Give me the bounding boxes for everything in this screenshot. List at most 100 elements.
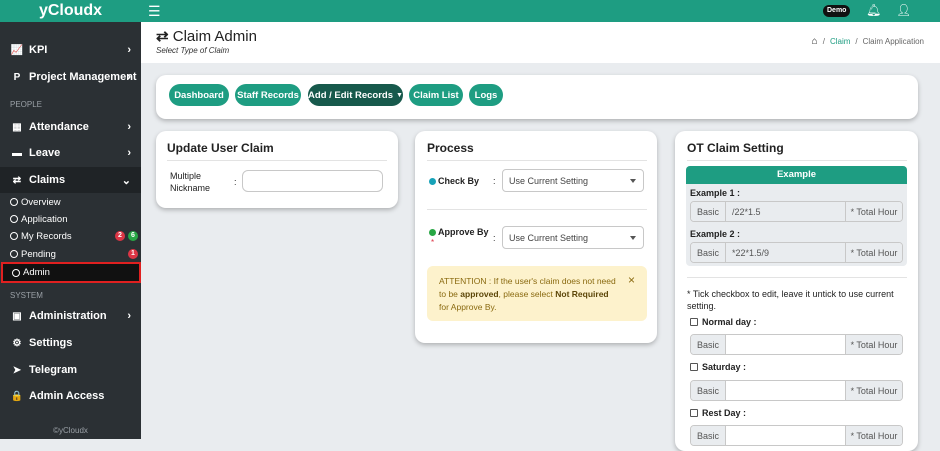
- example1-value: /22*1.5: [726, 202, 845, 221]
- sidebar-item-label: KPI: [29, 44, 48, 56]
- gear-icon: ⚙: [12, 337, 22, 349]
- total-hour-addon: * Total Hour: [845, 202, 902, 221]
- staff-records-button[interactable]: Staff Records: [235, 84, 301, 106]
- alert-bold: Not Required: [555, 289, 609, 299]
- sidebar-sub-application[interactable]: Application: [10, 211, 141, 227]
- breadcrumb-separator: /: [822, 37, 825, 46]
- circle-icon: [10, 198, 18, 206]
- status-dot-icon: [429, 228, 436, 236]
- circle-icon: [12, 268, 20, 277]
- top-navbar: ☰ Demo 🔔︎ 👤︎: [141, 0, 940, 22]
- brand-logo[interactable]: yCloudx: [0, 0, 141, 22]
- multiple-nickname-label: Multiple Nickname: [170, 171, 211, 193]
- alert-bold: approved: [460, 289, 499, 299]
- home-icon[interactable]: ⌂: [812, 36, 818, 47]
- example2-label: Example 2 :: [690, 229, 741, 239]
- total-hour-addon: * Total Hour: [845, 426, 902, 445]
- sidebar-item-telegram[interactable]: ➤ Telegram: [0, 357, 141, 383]
- rest-day-input[interactable]: [726, 426, 845, 445]
- sidebar-sub-overview[interactable]: Overview: [10, 194, 141, 210]
- page-subtitle: Select Type of Claim: [156, 46, 230, 55]
- add-edit-records-dropdown[interactable]: Add / Edit Records ▼: [308, 84, 403, 106]
- breadcrumb-claim-link[interactable]: Claim: [830, 37, 850, 46]
- alert-text: , please select: [498, 289, 556, 299]
- bell-icon[interactable]: 🔔︎: [866, 3, 881, 17]
- sidebar-item-label: Claims: [29, 174, 66, 186]
- basic-addon: Basic: [691, 335, 726, 354]
- sidebar-footer: ©yCloudx: [53, 426, 88, 435]
- approve-by-select-value: Use Current Setting: [509, 232, 589, 243]
- status-dot-icon: [429, 177, 436, 185]
- sidebar-sub-my-records[interactable]: My Records 2 6: [10, 228, 141, 244]
- saturday-input[interactable]: [726, 381, 845, 400]
- example2-group: Basic *22*1.5/9 * Total Hour: [690, 242, 903, 263]
- add-edit-records-label: Add / Edit Records: [308, 89, 394, 101]
- user-icon[interactable]: 👤︎: [896, 3, 911, 17]
- logs-button[interactable]: Logs: [469, 84, 503, 106]
- caret-down-icon: [630, 178, 636, 183]
- lock-icon: 🔒: [10, 390, 24, 402]
- sidebar-item-label: Admin Access: [29, 390, 105, 402]
- sidebar-item-kpi[interactable]: 📈 KPI ›: [0, 37, 141, 63]
- attention-alert: ATTENTION : If the user's claim does not…: [427, 266, 647, 321]
- check-by-select[interactable]: Use Current Setting: [502, 169, 644, 192]
- caret-down-icon: [630, 235, 636, 240]
- basic-addon: Basic: [691, 202, 726, 221]
- saturday-checkbox-row[interactable]: Saturday :: [690, 362, 746, 372]
- basic-addon: Basic: [691, 426, 726, 445]
- normal-day-checkbox-row[interactable]: Normal day :: [690, 317, 757, 327]
- sidebar-item-leave[interactable]: ▬ Leave ›: [0, 140, 141, 166]
- page-title-text: Claim Admin: [172, 28, 257, 45]
- breadcrumb-current: Claim Application: [862, 37, 924, 46]
- rest-day-checkbox-row[interactable]: Rest Day :: [690, 408, 746, 418]
- sidebar-item-admin-access[interactable]: 🔒 Admin Access: [0, 383, 141, 409]
- chevron-right-icon: ›: [127, 310, 131, 322]
- ot-claim-setting-title: OT Claim Setting: [687, 141, 784, 155]
- total-hour-addon: * Total Hour: [845, 335, 902, 354]
- sidebar-item-settings[interactable]: ⚙ Settings: [0, 330, 141, 356]
- badge-red: 1: [128, 249, 138, 259]
- briefcase-icon: ▬: [12, 147, 22, 159]
- chevron-right-icon: ›: [127, 71, 131, 83]
- sidebar-sub-label: My Records: [21, 230, 72, 242]
- sidebar-item-claims[interactable]: ⇄ Claims ⌄: [0, 167, 141, 193]
- hamburger-menu-icon[interactable]: ☰: [148, 3, 161, 20]
- chevron-right-icon: ›: [127, 44, 131, 56]
- exchange-icon: ⇄: [12, 174, 22, 186]
- project-icon: P: [13, 71, 21, 83]
- total-hour-addon: * Total Hour: [845, 243, 902, 262]
- normal-day-input[interactable]: [726, 335, 845, 354]
- user-card-icon: ▣: [12, 310, 22, 322]
- multiple-nickname-input[interactable]: [242, 170, 383, 192]
- sidebar-sub-label: Pending: [21, 248, 56, 260]
- close-icon[interactable]: ×: [628, 274, 635, 287]
- sidebar-item-label: Leave: [29, 147, 61, 159]
- claim-list-button[interactable]: Claim List: [409, 84, 463, 106]
- sidebar-item-administration[interactable]: ▣ Administration ›: [0, 303, 141, 329]
- dashboard-button[interactable]: Dashboard: [169, 84, 229, 106]
- sidebar-sub-pending[interactable]: Pending 1: [10, 246, 141, 262]
- page-header: ⇄ Claim Admin Select Type of Claim ⌂ / C…: [141, 22, 940, 63]
- chevron-right-icon: ›: [127, 121, 131, 133]
- normal-day-checkbox[interactable]: [690, 318, 698, 326]
- required-mark: *: [431, 238, 435, 247]
- approve-by-select[interactable]: Use Current Setting: [502, 226, 644, 249]
- total-hour-addon: * Total Hour: [845, 381, 902, 400]
- sidebar-item-label: Administration: [29, 310, 107, 322]
- saturday-label: Saturday :: [702, 362, 747, 372]
- telegram-icon: ➤: [12, 364, 22, 376]
- rest-day-group: Basic * Total Hour: [690, 425, 903, 446]
- caret-down-icon: ▼: [396, 91, 403, 99]
- exchange-icon: ⇄: [156, 28, 169, 45]
- rest-day-checkbox[interactable]: [690, 409, 698, 417]
- section-system: SYSTEM: [10, 291, 43, 300]
- saturday-checkbox[interactable]: [690, 363, 698, 371]
- sidebar-sub-admin[interactable]: Admin: [1, 262, 141, 283]
- sidebar-item-attendance[interactable]: ▦ Attendance ›: [0, 114, 141, 140]
- sidebar-item-label: Project Management: [29, 71, 137, 83]
- sidebar-item-project-management[interactable]: P Project Management ›: [0, 64, 141, 90]
- circle-icon: [10, 232, 18, 240]
- chart-icon: 📈: [10, 44, 24, 56]
- check-by-label: Check By: [429, 176, 479, 186]
- sidebar-item-label: Settings: [29, 337, 73, 349]
